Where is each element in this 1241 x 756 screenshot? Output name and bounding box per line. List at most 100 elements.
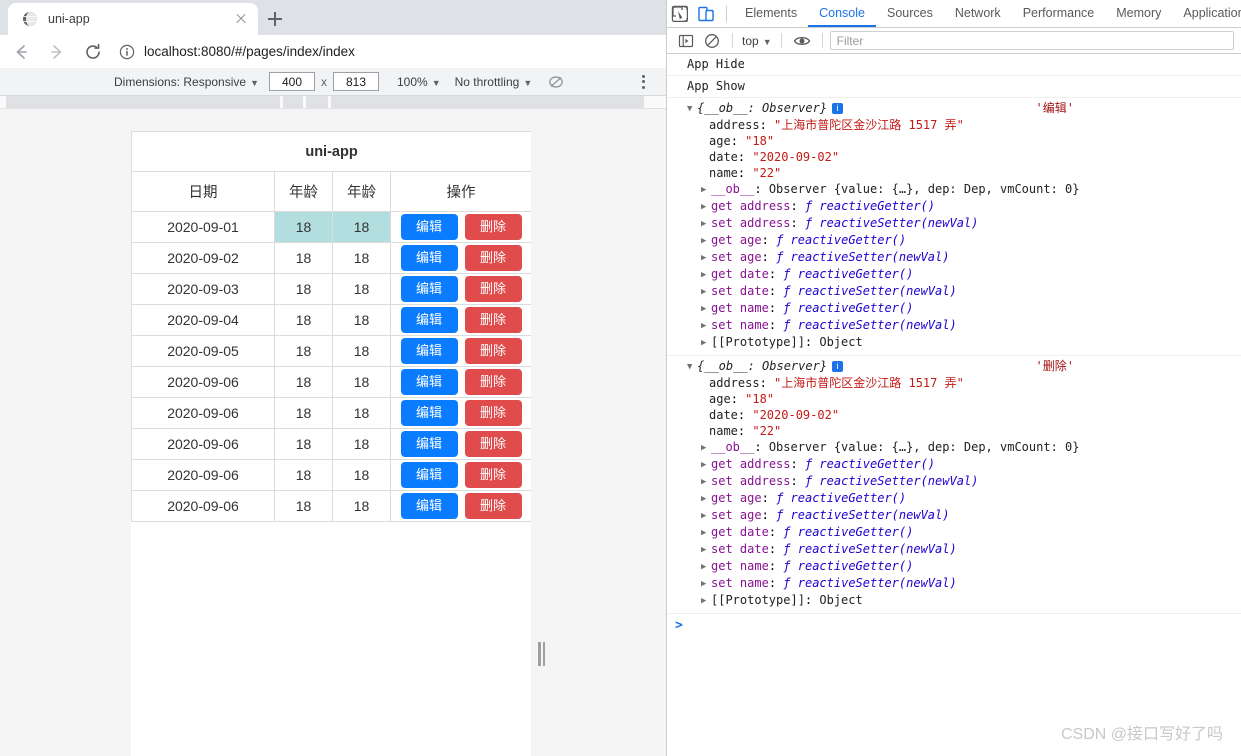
object-accessor[interactable]: ▶ __ob__: Observer {value: {…}, dep: Dep,… [687,181,1234,198]
object-accessor[interactable]: ▶ set age: ƒ reactiveSetter(newVal) [687,507,1234,524]
chevron-right-icon[interactable]: ▶ [701,474,711,490]
tab-sources[interactable]: Sources [876,0,944,27]
throttling-dropdown[interactable]: No throttling ▼ [455,75,533,89]
new-tab-button[interactable] [262,6,288,32]
chevron-down-icon[interactable]: ▼ [687,101,697,117]
chevron-right-icon[interactable]: ▶ [701,508,711,524]
chevron-right-icon[interactable]: ▶ [701,440,711,456]
execution-context-dropdown[interactable]: top ▼ [742,34,772,48]
chevron-right-icon[interactable]: ▶ [701,525,711,541]
delete-button[interactable]: 删除 [464,369,522,395]
edit-button[interactable]: 编辑 [400,369,458,395]
chevron-right-icon[interactable]: ▶ [701,318,711,334]
chevron-right-icon[interactable]: ▶ [701,301,711,317]
live-expression-icon[interactable] [789,28,815,54]
chevron-right-icon[interactable]: ▶ [701,559,711,575]
object-accessor[interactable]: ▶ __ob__: Observer {value: {…}, dep: Dep,… [687,439,1234,456]
tab-elements[interactable]: Elements [734,0,808,27]
console-output[interactable]: App Hide App Show ▼ {__ob__: Observer} i '编辑'… [667,54,1241,756]
tab-memory[interactable]: Memory [1105,0,1172,27]
object-group-header[interactable]: ▼ {__ob__: Observer} i '编辑' [687,100,1234,117]
chevron-right-icon[interactable]: ▶ [701,593,711,609]
object-accessor[interactable]: ▶ set date: ƒ reactiveSetter(newVal) [687,283,1234,300]
no-throttling-icon[interactable] [548,74,564,90]
delete-button[interactable]: 删除 [464,276,522,302]
edit-button[interactable]: 编辑 [400,431,458,457]
object-accessor[interactable]: ▶ set name: ƒ reactiveSetter(newVal) [687,575,1234,592]
chevron-right-icon[interactable]: ▶ [701,457,711,473]
chevron-right-icon[interactable]: ▶ [701,335,711,351]
info-icon[interactable]: i [832,103,844,114]
tab-network[interactable]: Network [944,0,1012,27]
edit-button[interactable]: 编辑 [400,307,458,333]
edit-button[interactable]: 编辑 [400,493,458,519]
object-accessor[interactable]: ▶ get name: ƒ reactiveGetter() [687,300,1234,317]
chevron-right-icon[interactable]: ▶ [701,491,711,507]
object-accessor[interactable]: ▶ set date: ƒ reactiveSetter(newVal) [687,541,1234,558]
edit-button[interactable]: 编辑 [400,276,458,302]
more-vertical-icon[interactable] [634,73,652,91]
delete-button[interactable]: 删除 [464,493,522,519]
chevron-right-icon[interactable]: ▶ [701,250,711,266]
chevron-right-icon[interactable]: ▶ [701,267,711,283]
delete-button[interactable]: 删除 [464,462,522,488]
object-accessor[interactable]: ▶ get date: ƒ reactiveGetter() [687,524,1234,541]
forward-button[interactable] [42,37,72,67]
viewport-width-input[interactable] [268,72,315,91]
console-object-group[interactable]: ▼ {__ob__: Observer} i '删除' address: "上海市普陀区… [667,356,1241,614]
chevron-right-icon[interactable]: ▶ [701,182,711,198]
chevron-right-icon[interactable]: ▶ [701,576,711,592]
delete-button[interactable]: 删除 [464,214,522,240]
console-prompt[interactable]: > [667,614,1241,636]
zoom-dropdown[interactable]: 100% ▼ [397,75,441,89]
chevron-right-icon[interactable]: ▶ [701,216,711,232]
viewport-resize-handle[interactable] [538,642,547,666]
object-accessor[interactable]: ▶ set address: ƒ reactiveSetter(newVal) [687,215,1234,232]
dimensions-dropdown[interactable]: Dimensions: Responsive ▼ [114,75,259,89]
delete-button[interactable]: 删除 [464,307,522,333]
object-accessor[interactable]: ▶ get age: ƒ reactiveGetter() [687,232,1234,249]
object-accessor[interactable]: ▶ set age: ƒ reactiveSetter(newVal) [687,249,1234,266]
edit-button[interactable]: 编辑 [400,400,458,426]
reload-button[interactable] [78,37,108,67]
delete-button[interactable]: 删除 [464,245,522,271]
info-circle-icon[interactable] [118,43,136,61]
object-accessor[interactable]: ▶ get age: ƒ reactiveGetter() [687,490,1234,507]
object-accessor[interactable]: ▶ set name: ƒ reactiveSetter(newVal) [687,317,1234,334]
inspect-element-icon[interactable] [667,1,693,27]
object-accessor[interactable]: ▶ set address: ƒ reactiveSetter(newVal) [687,473,1234,490]
info-icon[interactable]: i [832,361,844,372]
chevron-right-icon[interactable]: ▶ [701,542,711,558]
tab-console[interactable]: Console [808,0,876,27]
console-object-group[interactable]: ▼ {__ob__: Observer} i '编辑' address: "上海市普陀区… [667,98,1241,356]
chevron-right-icon[interactable]: ▶ [701,199,711,215]
tab-performance[interactable]: Performance [1012,0,1106,27]
address-bar[interactable]: localhost:8080/#/pages/index/index [118,38,654,65]
object-accessor[interactable]: ▶ [[Prototype]]: Object [687,592,1234,609]
object-accessor[interactable]: ▶ [[Prototype]]: Object [687,334,1234,351]
delete-button[interactable]: 删除 [464,431,522,457]
console-filter-input[interactable]: Filter [829,31,1234,50]
delete-button[interactable]: 删除 [464,400,522,426]
object-accessor[interactable]: ▶ get name: ƒ reactiveGetter() [687,558,1234,575]
edit-button[interactable]: 编辑 [400,462,458,488]
chevron-right-icon[interactable]: ▶ [701,284,711,300]
edit-button[interactable]: 编辑 [400,245,458,271]
close-icon[interactable] [232,10,250,28]
viewport-height-input[interactable] [332,72,379,91]
device-toolbar-icon[interactable] [693,1,719,27]
clear-console-icon[interactable] [699,28,725,54]
object-accessor[interactable]: ▶ get address: ƒ reactiveGetter() [687,456,1234,473]
browser-tab[interactable]: uni-app [8,3,258,35]
delete-button[interactable]: 删除 [464,338,522,364]
console-sidebar-icon[interactable] [673,28,699,54]
chevron-right-icon[interactable]: ▶ [701,233,711,249]
edit-button[interactable]: 编辑 [400,338,458,364]
object-group-header[interactable]: ▼ {__ob__: Observer} i '删除' [687,358,1234,375]
chevron-down-icon[interactable]: ▼ [687,359,697,375]
emulated-page-frame[interactable]: uni-app 日期 年龄 年龄 操作 2020-09-01 18 18 编辑 删除 2020-… [131,131,531,756]
object-accessor[interactable]: ▶ get address: ƒ reactiveGetter() [687,198,1234,215]
object-accessor[interactable]: ▶ get date: ƒ reactiveGetter() [687,266,1234,283]
back-button[interactable] [6,37,36,67]
tab-application[interactable]: Application [1172,0,1241,27]
